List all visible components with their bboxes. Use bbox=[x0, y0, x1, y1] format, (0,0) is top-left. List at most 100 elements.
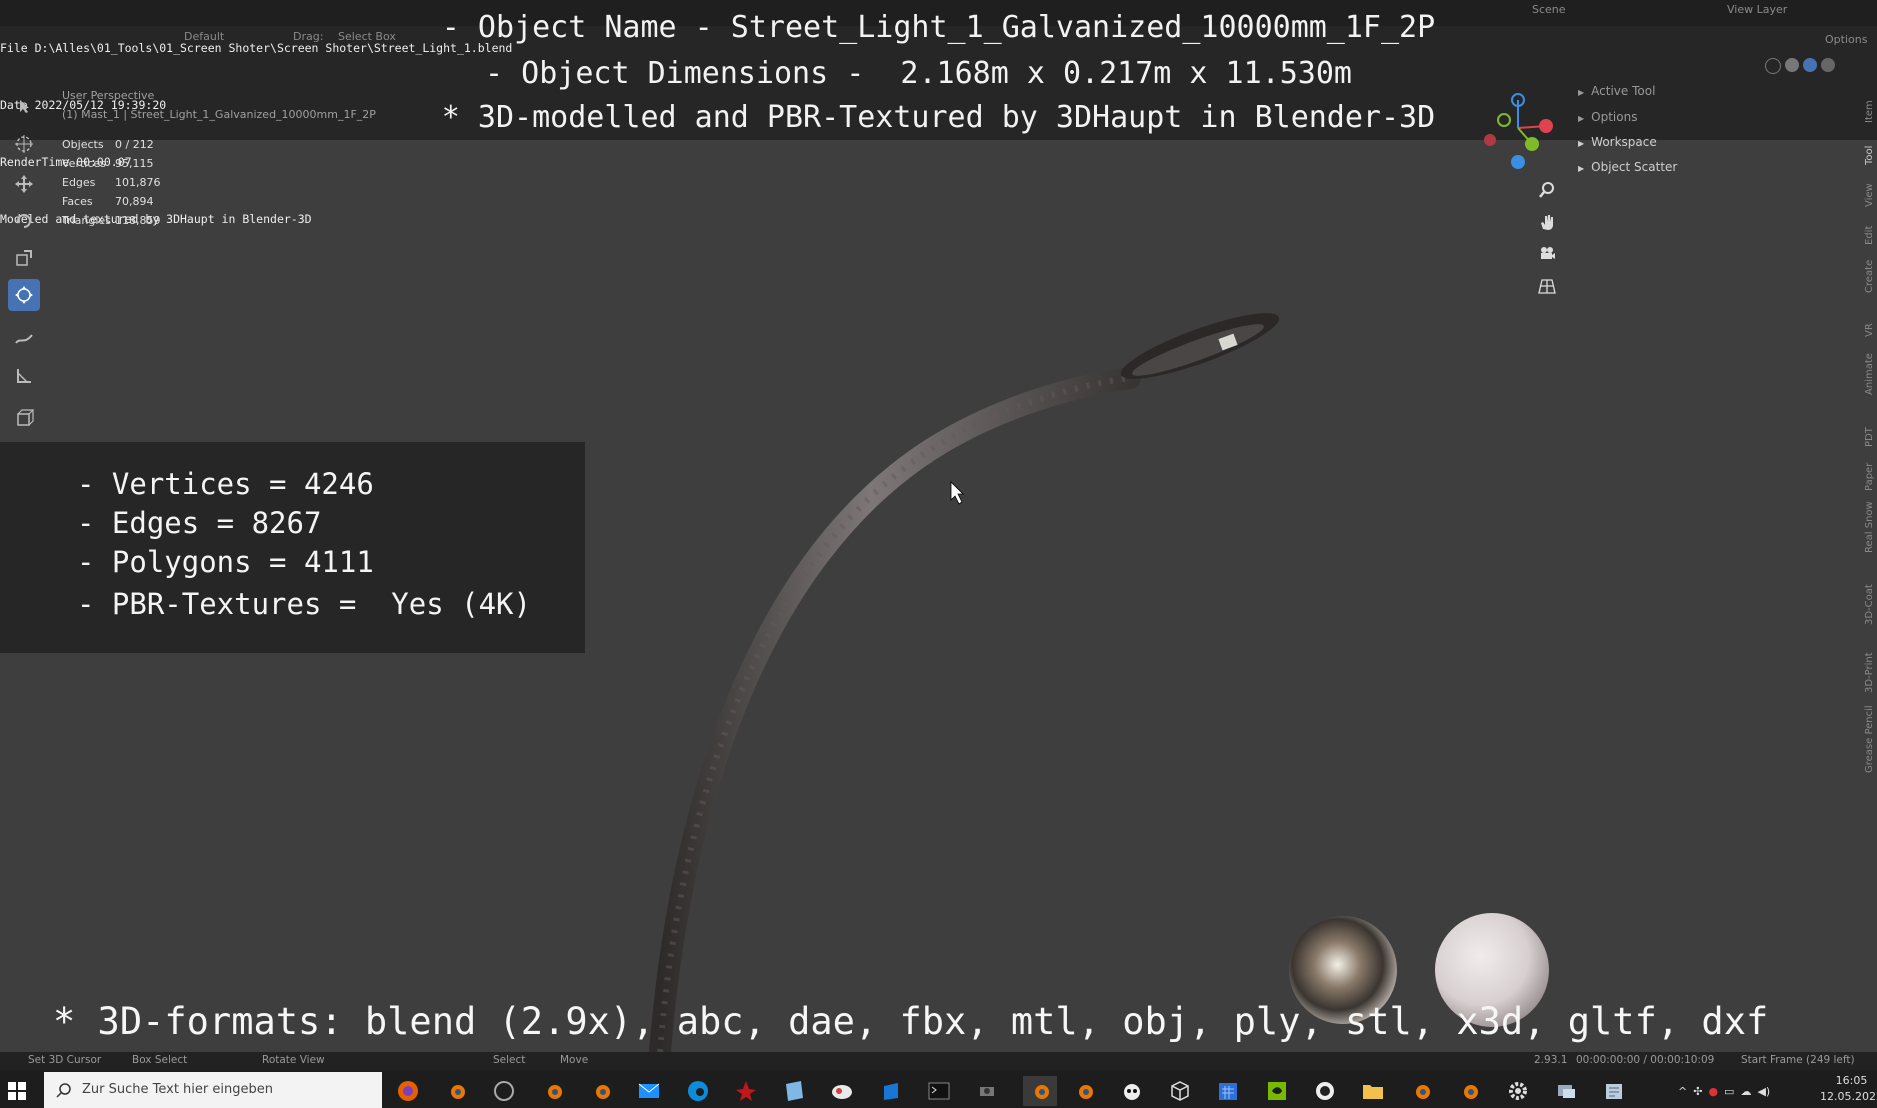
tab-edit[interactable]: Edit bbox=[1864, 226, 1875, 245]
camera-icon bbox=[1541, 247, 1555, 259]
perspective-toggle-button[interactable] bbox=[1531, 272, 1563, 300]
move-tool-button[interactable] bbox=[8, 168, 40, 200]
search-icon bbox=[56, 1083, 71, 1098]
notes-app-icon[interactable] bbox=[782, 1080, 806, 1102]
scale-tool-button[interactable] bbox=[8, 242, 40, 274]
sidebar-tabs: Item Tool View Edit Create VR Animate PD… bbox=[1862, 70, 1877, 850]
blender-icon[interactable] bbox=[589, 1080, 613, 1102]
status-version: 2.93.1 bbox=[1534, 1054, 1568, 1066]
tab-real-snow[interactable]: Real Snow bbox=[1864, 501, 1875, 553]
stat-row-objects: Objects 0 / 212 bbox=[62, 138, 154, 151]
blender-active-icon[interactable] bbox=[1023, 1076, 1057, 1106]
zoom-button[interactable] bbox=[1531, 176, 1563, 204]
select-cursor-icon bbox=[20, 100, 29, 113]
scale-icon bbox=[16, 250, 32, 266]
collapsed-arrow-icon: ▶ bbox=[1578, 139, 1585, 148]
clock-time: 16:05 bbox=[1835, 1074, 1868, 1087]
blender-icon[interactable] bbox=[444, 1080, 468, 1102]
stat-row-vertices: Vertices 95,115 bbox=[62, 157, 154, 170]
network-app-icon[interactable] bbox=[1554, 1080, 1578, 1102]
measure-ruler-icon bbox=[17, 369, 31, 383]
transform-tool-button[interactable] bbox=[8, 279, 40, 311]
cloud-app-icon[interactable] bbox=[879, 1080, 903, 1102]
steam-icon[interactable] bbox=[492, 1080, 516, 1102]
status-rotate-view: Rotate View bbox=[262, 1054, 325, 1066]
calendar-icon[interactable] bbox=[1216, 1080, 1240, 1102]
active-object-label: (1) Mast_1 | Street_Light_1_Galvanized_1… bbox=[62, 108, 376, 121]
stat-row-triangles: Triangles 118,859 bbox=[62, 214, 161, 227]
network-icon[interactable]: ✣ bbox=[1693, 1085, 1702, 1098]
tab-tool[interactable]: Tool bbox=[1864, 146, 1875, 165]
3d-viewer-icon[interactable] bbox=[1168, 1080, 1192, 1102]
tab-grease-pencil[interactable]: Grease Pencil bbox=[1864, 705, 1875, 773]
tab-view[interactable]: View bbox=[1864, 183, 1875, 207]
capture-tool-icon[interactable] bbox=[975, 1080, 999, 1102]
3d-cursor-icon bbox=[15, 135, 33, 153]
pan-hand-icon bbox=[1541, 215, 1553, 230]
tab-3d-print[interactable]: 3D-Print bbox=[1864, 652, 1875, 693]
terminal-icon[interactable] bbox=[927, 1080, 951, 1102]
edge-browser-icon[interactable] bbox=[686, 1080, 710, 1102]
tab-3d-coat[interactable]: 3D-Coat bbox=[1864, 584, 1875, 625]
blender-icon[interactable] bbox=[1457, 1080, 1481, 1102]
object-name-title: - Object Name - Street_Light_1_Galvanize… bbox=[441, 10, 1436, 45]
status-start-frame: Start Frame (249 left) bbox=[1741, 1054, 1855, 1066]
mail-icon[interactable] bbox=[637, 1080, 661, 1102]
select-tool-button[interactable] bbox=[8, 90, 40, 122]
blender-icon[interactable] bbox=[541, 1080, 565, 1102]
status-move: Move bbox=[560, 1054, 589, 1066]
file-explorer-icon[interactable] bbox=[1361, 1080, 1385, 1102]
security-icon[interactable]: ● bbox=[1708, 1085, 1718, 1098]
move-arrows-icon bbox=[15, 175, 33, 193]
panda-app-icon[interactable] bbox=[1120, 1080, 1144, 1102]
start-button[interactable] bbox=[8, 1082, 26, 1100]
clock-date: 12.05.2022 bbox=[1820, 1090, 1877, 1103]
grid-perspective-icon bbox=[1538, 279, 1556, 294]
measure-tool-button[interactable] bbox=[8, 360, 40, 392]
status-set-cursor: Set 3D Cursor bbox=[28, 1054, 102, 1066]
nvidia-icon[interactable] bbox=[1265, 1080, 1289, 1102]
transform-icon bbox=[15, 286, 33, 304]
cursor-tool-button[interactable] bbox=[8, 128, 40, 160]
blender-icon[interactable] bbox=[1409, 1080, 1433, 1102]
app-red-icon[interactable] bbox=[734, 1080, 758, 1102]
pan-button[interactable] bbox=[1531, 208, 1563, 236]
add-cube-tool-button[interactable] bbox=[8, 402, 40, 434]
whiteboard-icon[interactable] bbox=[830, 1080, 854, 1102]
sidebar-item-object-scatter[interactable]: ▶ Object Scatter bbox=[1578, 160, 1677, 174]
tab-vr[interactable]: VR bbox=[1864, 322, 1875, 337]
sidebar-item-options[interactable]: ▶ Options bbox=[1578, 110, 1637, 124]
battery-icon[interactable]: ▭ bbox=[1724, 1085, 1734, 1098]
zoom-magnifier-icon bbox=[1539, 182, 1554, 198]
collapsed-arrow-icon: ▶ bbox=[1578, 88, 1585, 97]
annotate-tool-button[interactable] bbox=[8, 323, 40, 355]
document-app-icon[interactable] bbox=[1602, 1080, 1626, 1102]
navigation-gizmo[interactable] bbox=[1480, 88, 1560, 174]
taskbar-clock[interactable]: 16:05 12.05.2022 bbox=[1820, 1073, 1877, 1105]
tab-pdt[interactable]: PDT bbox=[1864, 427, 1875, 447]
status-timecode: 00:00:00:00 / 00:00:10:09 bbox=[1576, 1054, 1715, 1066]
tab-create[interactable]: Create bbox=[1864, 260, 1875, 293]
sidebar-item-active-tool[interactable]: ▶ Active Tool bbox=[1578, 84, 1655, 98]
system-tray[interactable]: ^ ✣ ● ▭ ☁ ◀) bbox=[1678, 1083, 1813, 1099]
taskbar-search-box[interactable]: Zur Suche Text hier eingeben bbox=[44, 1072, 382, 1108]
tab-item[interactable]: Item bbox=[1864, 100, 1875, 123]
view-perspective-label: User Perspective bbox=[62, 89, 155, 102]
obs-icon[interactable] bbox=[1313, 1080, 1337, 1102]
status-box-select: Box Select bbox=[132, 1054, 188, 1066]
onedrive-icon[interactable]: ☁ bbox=[1740, 1085, 1751, 1098]
camera-view-button[interactable] bbox=[1531, 240, 1563, 268]
tab-paper[interactable]: Paper bbox=[1864, 463, 1875, 491]
volume-icon[interactable]: ◀) bbox=[1757, 1085, 1770, 1098]
firefox-icon[interactable] bbox=[396, 1080, 420, 1102]
blender-icon[interactable] bbox=[1072, 1080, 1096, 1102]
tab-animate[interactable]: Animate bbox=[1864, 353, 1875, 395]
settings-gear-icon[interactable] bbox=[1506, 1080, 1530, 1102]
3d-viewport[interactable]: Default Drag: Select Box Scene View Laye… bbox=[0, 0, 1877, 1052]
sidebar-item-workspace[interactable]: ▶ Workspace bbox=[1578, 135, 1657, 149]
street-light-head bbox=[1120, 313, 1280, 379]
search-placeholder: Zur Suche Text hier eingeben bbox=[82, 1082, 273, 1097]
chevron-up-icon[interactable]: ^ bbox=[1678, 1085, 1687, 1098]
rotate-tool-button[interactable] bbox=[8, 205, 40, 237]
scene-statistics: Objects 0 / 212 Vertices 95,115 Edges 101,8… bbox=[62, 138, 161, 233]
